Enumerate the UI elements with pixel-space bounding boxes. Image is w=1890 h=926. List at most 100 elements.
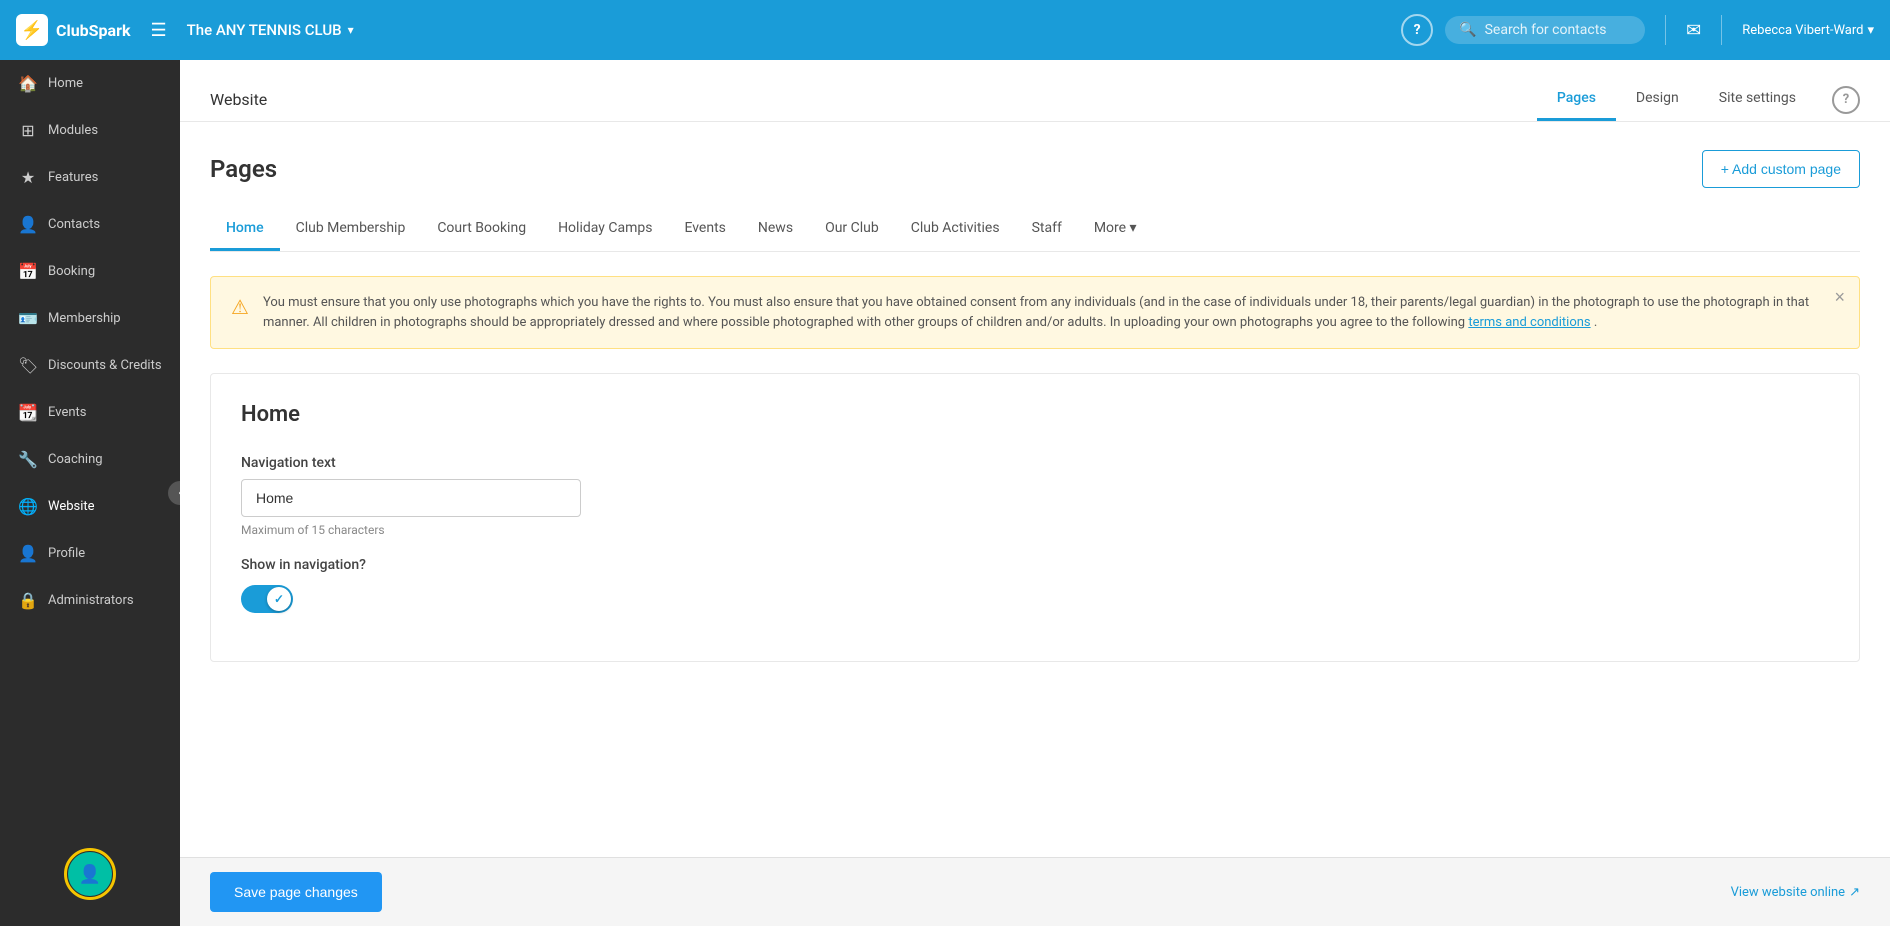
avatar[interactable]: 👤 xyxy=(68,852,112,896)
pages-title: Pages xyxy=(210,155,277,183)
content-area: Website PagesDesignSite settings ? Pages… xyxy=(180,60,1890,926)
sidebar-item-label-home: Home xyxy=(48,76,83,91)
page-tab-events[interactable]: Events xyxy=(668,208,741,251)
membership-icon: 🪪 xyxy=(18,309,38,328)
add-custom-page-button[interactable]: + Add custom page xyxy=(1702,150,1860,188)
save-page-changes-button[interactable]: Save page changes xyxy=(210,872,382,912)
sidebar-item-label-features: Features xyxy=(48,170,98,185)
sidebar-item-home[interactable]: 🏠 Home xyxy=(0,60,180,107)
view-website-text: View website online xyxy=(1731,885,1846,900)
sidebar-bottom: 👤 xyxy=(0,832,180,926)
sidebar-item-label-modules: Modules xyxy=(48,123,98,138)
mail-icon[interactable]: ✉ xyxy=(1686,20,1701,41)
alert-text-end: . xyxy=(1594,315,1597,330)
website-section-title: Website xyxy=(210,90,267,109)
sidebar-item-label-profile: Profile xyxy=(48,546,85,561)
page-tab-club-membership[interactable]: Club Membership xyxy=(280,208,422,251)
user-menu[interactable]: Rebecca Vibert-Ward ▾ xyxy=(1742,23,1874,38)
save-bar: Save page changes View website online ↗ xyxy=(180,857,1890,926)
sidebar-item-contacts[interactable]: 👤 Contacts xyxy=(0,201,180,248)
website-header-tabs: PagesDesignSite settings xyxy=(1537,78,1816,121)
sidebar-item-label-booking: Booking xyxy=(48,264,95,279)
sidebar-item-booking[interactable]: 📅 Booking xyxy=(0,248,180,295)
sidebar-item-label-administrators: Administrators xyxy=(48,593,134,608)
logo-icon: ⚡ xyxy=(16,14,48,46)
alert-text: You must ensure that you only use photog… xyxy=(263,293,1839,332)
page-tab-court-booking[interactable]: Court Booking xyxy=(421,208,542,251)
sidebar-item-website[interactable]: 🌐 Website xyxy=(0,483,180,530)
sidebar-item-label-membership: Membership xyxy=(48,311,121,326)
sidebar-item-label-coaching: Coaching xyxy=(48,452,103,467)
sidebar: 🏠 Home ⊞ Modules ★ Features 👤 Contacts 📅… xyxy=(0,60,180,926)
website-header: Website PagesDesignSite settings ? xyxy=(180,60,1890,122)
home-icon: 🏠 xyxy=(18,74,38,93)
logo-text: ClubSpark xyxy=(56,21,130,40)
divider2 xyxy=(1721,15,1722,45)
show-in-nav-group: Show in navigation? ✓ xyxy=(241,557,1829,613)
home-section-title: Home xyxy=(241,402,1829,427)
modules-icon: ⊞ xyxy=(18,121,38,140)
top-navigation: ⚡ ClubSpark ☰ The ANY TENNIS CLUB ▾ ? 🔍 … xyxy=(0,0,1890,60)
website-help-button[interactable]: ? xyxy=(1832,86,1860,114)
help-button[interactable]: ? xyxy=(1401,14,1433,46)
divider xyxy=(1665,15,1666,45)
nav-text-group: Navigation text Maximum of 15 characters xyxy=(241,455,1829,537)
sidebar-item-events[interactable]: 📆 Events xyxy=(0,389,180,436)
search-placeholder: Search for contacts xyxy=(1485,22,1607,38)
sidebar-item-features[interactable]: ★ Features xyxy=(0,154,180,201)
alert-close-button[interactable]: × xyxy=(1834,287,1845,308)
booking-icon: 📅 xyxy=(18,262,38,281)
add-custom-page-label: + Add custom page xyxy=(1721,161,1841,177)
club-name-text: The ANY TENNIS CLUB xyxy=(187,21,342,39)
club-name-dropdown[interactable]: The ANY TENNIS CLUB ▾ xyxy=(187,21,354,39)
profile-icon: 👤 xyxy=(18,544,38,563)
page-tab-news[interactable]: News xyxy=(742,208,809,251)
main-layout: 🏠 Home ⊞ Modules ★ Features 👤 Contacts 📅… xyxy=(0,60,1890,926)
search-icon: 🔍 xyxy=(1459,22,1476,38)
page-tab-our-club[interactable]: Our Club xyxy=(809,208,895,251)
website-tab-pages[interactable]: Pages xyxy=(1537,78,1616,121)
discounts-credits-icon: 🏷 xyxy=(18,356,38,375)
page-tab-holiday-camps[interactable]: Holiday Camps xyxy=(542,208,668,251)
page-tab-club-activities[interactable]: Club Activities xyxy=(895,208,1016,251)
check-icon: ✓ xyxy=(274,592,284,606)
sidebar-item-label-contacts: Contacts xyxy=(48,217,100,232)
website-tab-design[interactable]: Design xyxy=(1616,78,1699,121)
website-tab-site-settings[interactable]: Site settings xyxy=(1699,78,1816,121)
pages-header: Pages + Add custom page xyxy=(210,150,1860,188)
pages-content: Pages + Add custom page HomeClub Members… xyxy=(180,122,1890,857)
user-chevron-icon: ▾ xyxy=(1867,23,1874,38)
nav-text-hint: Maximum of 15 characters xyxy=(241,523,1829,537)
sidebar-item-coaching[interactable]: 🔧 Coaching xyxy=(0,436,180,483)
nav-text-input[interactable] xyxy=(241,479,581,517)
sidebar-item-modules[interactable]: ⊞ Modules xyxy=(0,107,180,154)
page-tab-home[interactable]: Home xyxy=(210,208,280,251)
home-section: Home Navigation text Maximum of 15 chara… xyxy=(210,373,1860,662)
save-button-label: Save page changes xyxy=(234,884,358,900)
sidebar-item-discounts-credits[interactable]: 🏷 Discounts & Credits xyxy=(0,342,180,389)
contacts-icon: 👤 xyxy=(18,215,38,234)
page-tab-staff[interactable]: Staff xyxy=(1016,208,1078,251)
search-bar[interactable]: 🔍 Search for contacts xyxy=(1445,16,1645,44)
logo[interactable]: ⚡ ClubSpark xyxy=(16,14,130,46)
page-tabs: HomeClub MembershipCourt BookingHoliday … xyxy=(210,208,1860,252)
view-website-link[interactable]: View website online ↗ xyxy=(1731,885,1860,900)
nav-text-label: Navigation text xyxy=(241,455,1829,471)
administrators-icon: 🔒 xyxy=(18,591,38,610)
sidebar-item-label-website: Website xyxy=(48,499,95,514)
sidebar-item-membership[interactable]: 🪪 Membership xyxy=(0,295,180,342)
alert-box: ⚠ You must ensure that you only use phot… xyxy=(210,276,1860,349)
hamburger-menu-icon[interactable]: ☰ xyxy=(150,20,166,41)
alert-icon: ⚠ xyxy=(231,295,249,319)
features-icon: ★ xyxy=(18,168,38,187)
website-icon: 🌐 xyxy=(18,497,38,516)
sidebar-item-administrators[interactable]: 🔒 Administrators xyxy=(0,577,180,624)
show-nav-toggle[interactable]: ✓ xyxy=(241,585,293,613)
page-tab-more[interactable]: More ▾ xyxy=(1078,208,1153,251)
toggle-knob: ✓ xyxy=(267,587,291,611)
alert-terms-link[interactable]: terms and conditions xyxy=(1468,315,1590,330)
coaching-icon: 🔧 xyxy=(18,450,38,469)
show-nav-label: Show in navigation? xyxy=(241,557,1829,573)
events-icon: 📆 xyxy=(18,403,38,422)
sidebar-item-profile[interactable]: 👤 Profile xyxy=(0,530,180,577)
